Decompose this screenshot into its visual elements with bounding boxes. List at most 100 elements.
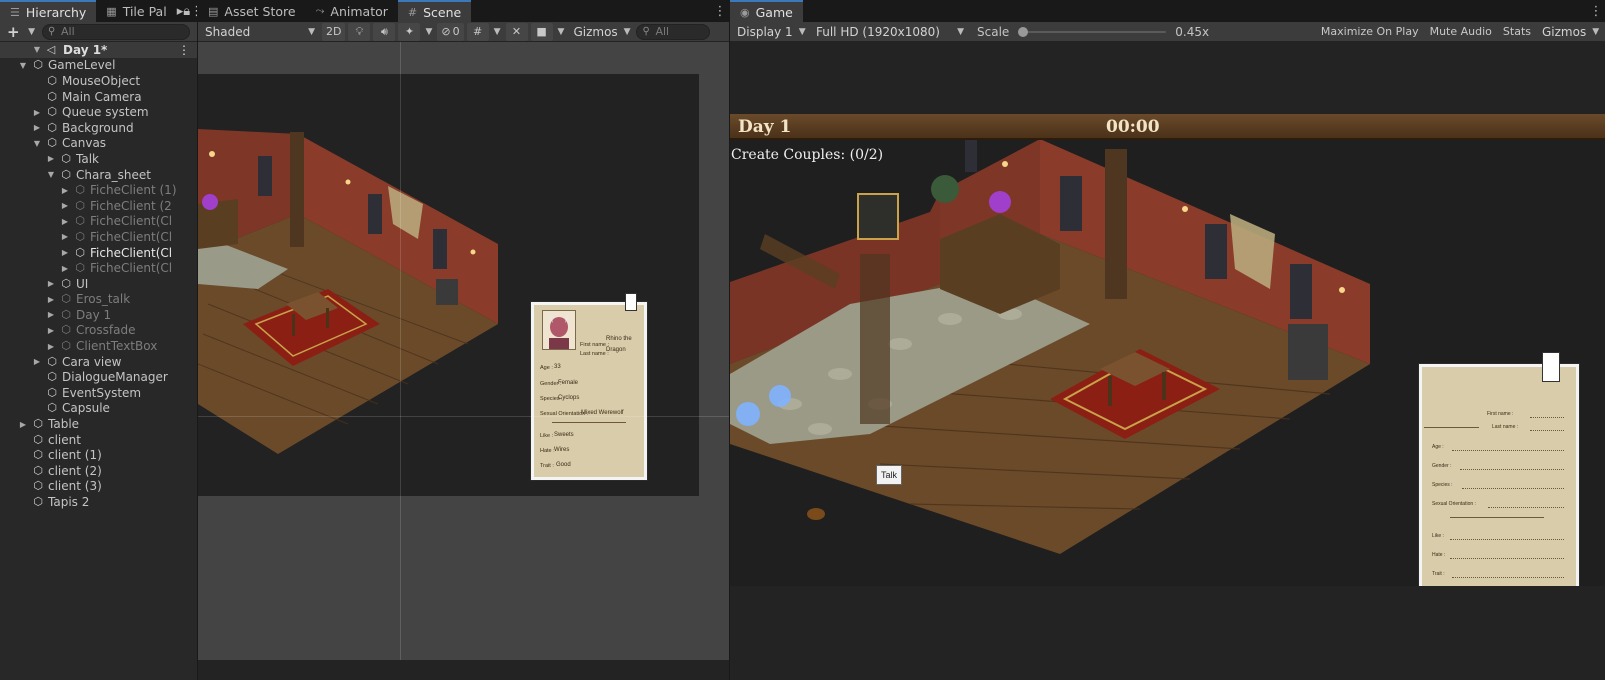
tab-asset-store[interactable]: ▤ Asset Store	[198, 0, 306, 22]
maximize-on-play-toggle[interactable]: Maximize On Play	[1316, 22, 1423, 41]
hierarchy-item[interactable]: ▶ ⬡ ClientTextBox	[0, 338, 197, 354]
kebab-menu-icon[interactable]: ⋮	[1587, 0, 1605, 22]
mute-audio-toggle[interactable]: Mute Audio	[1425, 22, 1496, 41]
expand-arrow-closed-icon[interactable]: ▶	[18, 420, 28, 429]
expand-arrow-closed-icon[interactable]: ▶	[46, 326, 56, 335]
expand-arrow-closed-icon[interactable]: ▶	[46, 342, 56, 351]
hierarchy-item[interactable]: ▶ ⬡ UI	[0, 276, 197, 292]
hierarchy-item[interactable]: ⬡ client (1)	[0, 447, 197, 463]
scale-slider-thumb[interactable]	[1018, 26, 1029, 37]
scale-slider[interactable]	[1018, 26, 1167, 37]
scene-visibility-button[interactable]: ⊘ 0	[437, 22, 464, 41]
hierarchy-item[interactable]: ▶ ⬡ Crossfade	[0, 323, 197, 339]
expand-arrow-closed-icon[interactable]: ▶	[32, 108, 42, 117]
effects-dropdown[interactable]: ▼	[423, 27, 434, 37]
create-dropdown[interactable]: + ▼	[3, 23, 39, 41]
expand-arrow-closed-icon[interactable]: ▶	[60, 186, 70, 195]
hierarchy-item[interactable]: ▼ ⬡ GameLevel	[0, 58, 197, 74]
hierarchy-item[interactable]: ▶ ⬡ FicheClient(Cl	[0, 260, 197, 276]
scene-viewport[interactable]: First name : Rhino the Last name : Drago…	[198, 42, 729, 660]
tab-label: Game	[755, 4, 793, 20]
eye-hidden-icon: ⊘	[441, 25, 451, 38]
hierarchy-item[interactable]: ▶ ⬡ Talk	[0, 151, 197, 167]
kebab-menu-icon[interactable]: ⋮	[711, 0, 729, 22]
gender-label: Gender :	[1432, 463, 1452, 469]
scene-character-sheet[interactable]: First name : Rhino the Last name : Drago…	[531, 293, 647, 480]
expand-arrow-open-icon[interactable]: ▼	[46, 170, 56, 179]
expand-arrow-closed-icon[interactable]: ▶	[60, 264, 70, 273]
2d-toggle-button[interactable]: 2D	[322, 22, 346, 41]
expand-arrow-closed-icon[interactable]: ▶	[46, 154, 56, 163]
camera-dropdown[interactable]: ▼	[556, 27, 567, 37]
hierarchy-item[interactable]: ▶ ⬡ FicheClient(Cl	[0, 214, 197, 230]
tab-animator[interactable]: ⤳ Animator	[306, 0, 398, 22]
hierarchy-item[interactable]: ⬡ DialogueManager	[0, 369, 197, 385]
game-viewport[interactable]: Day 1 00:00 Create Couples: (0/2) Talk F…	[730, 42, 1605, 680]
tab-label: Hierarchy	[25, 4, 87, 20]
dotted-line	[1450, 558, 1564, 559]
hierarchy-item[interactable]: ▶ ⬡ FicheClient(Cl	[0, 229, 197, 245]
tab-hierarchy[interactable]: ☰ Hierarchy	[0, 0, 97, 22]
hierarchy-search-input[interactable]: ⚲ All	[42, 23, 190, 40]
tab-tile-palette[interactable]: ▦ Tile Pal	[96, 0, 176, 22]
resolution-dropdown[interactable]: Full HD (1920x1080) ▼	[812, 25, 968, 39]
stats-toggle[interactable]: Stats	[1498, 22, 1535, 41]
expand-arrow-open-icon[interactable]: ▼	[18, 61, 28, 70]
display-dropdown[interactable]: Display 1 ▼	[733, 25, 809, 39]
scene-row[interactable]: ▼ ◁ Day 1* ⋮	[0, 42, 197, 58]
game-character-sheet[interactable]: First name : Last name : Age : Gender : …	[1419, 352, 1579, 586]
grid-toggle-icon[interactable]: #	[466, 22, 489, 41]
hierarchy-item[interactable]: ▶ ⬡ Day 1	[0, 307, 197, 323]
hierarchy-item[interactable]: ⬡ client	[0, 432, 197, 448]
dotted-line	[1530, 430, 1564, 431]
hierarchy-item[interactable]: ▶ ⬡ Table	[0, 416, 197, 432]
expand-arrow-closed-icon[interactable]: ▶	[60, 232, 70, 241]
hierarchy-item[interactable]: ▶ ⬡ Background	[0, 120, 197, 136]
effects-toggle-icon[interactable]: ✦	[398, 22, 421, 41]
hud-top-bar: Day 1 00:00	[730, 114, 1605, 140]
lighting-toggle-icon[interactable]: 💡︎	[348, 22, 371, 41]
expand-arrow-closed-icon[interactable]: ▶	[32, 123, 42, 132]
hierarchy-item[interactable]: ⬡ Capsule	[0, 401, 197, 417]
hierarchy-item[interactable]: ⬡ EventSystem	[0, 385, 197, 401]
hierarchy-item[interactable]: ⬡ Main Camera	[0, 89, 197, 105]
hierarchy-item-label: Eros_talk	[76, 292, 131, 307]
game-gizmos-dropdown[interactable]: Gizmos ▼	[1538, 25, 1602, 39]
expand-arrow-closed-icon[interactable]: ▶	[60, 248, 70, 257]
expand-arrow-closed-icon[interactable]: ▶	[60, 201, 70, 210]
expand-arrow-closed-icon[interactable]: ▶	[60, 217, 70, 226]
scene-search-input[interactable]: ⚲ All	[636, 23, 711, 40]
tab-game[interactable]: ◉ Game	[730, 0, 803, 22]
gameobject-cube-icon: ⬡	[47, 370, 57, 384]
scene-gizmos-dropdown[interactable]: Gizmos ▼	[569, 25, 630, 39]
hierarchy-item[interactable]: ▶ ⬡ FicheClient(Cl	[0, 245, 197, 261]
talk-button[interactable]: Talk	[876, 465, 902, 485]
hierarchy-item[interactable]: ⬡ Tapis 2	[0, 494, 197, 510]
hierarchy-item[interactable]: ⬡ client (3)	[0, 479, 197, 495]
tools-icon[interactable]: ✕	[505, 22, 528, 41]
hierarchy-item[interactable]: ▶ ⬡ FicheClient (2	[0, 198, 197, 214]
shading-mode-dropdown[interactable]: Shaded ▼	[201, 25, 319, 39]
first-name-label: First name :	[580, 342, 610, 348]
hierarchy-item[interactable]: ▼ ⬡ Chara_sheet	[0, 167, 197, 183]
audio-toggle-icon[interactable]: 🔊︎	[373, 22, 396, 41]
hierarchy-item[interactable]: ▶ ⬡ Cara view	[0, 354, 197, 370]
hierarchy-item[interactable]: ⬡ client (2)	[0, 463, 197, 479]
hierarchy-item[interactable]: ⬡ MouseObject	[0, 73, 197, 89]
tab-scene[interactable]: # Scene	[397, 0, 472, 22]
expand-arrow-closed-icon[interactable]: ▶	[46, 310, 56, 319]
expand-arrow-icon[interactable]: ▼	[32, 45, 42, 54]
hierarchy-item[interactable]: ▶ ⬡ Eros_talk	[0, 292, 197, 308]
expand-arrow-closed-icon[interactable]: ▶	[46, 279, 56, 288]
lock-icon[interactable]: 🔒︎	[183, 0, 190, 22]
expand-arrow-open-icon[interactable]: ▼	[32, 139, 42, 148]
hierarchy-item[interactable]: ▼ ⬡ Canvas	[0, 136, 197, 152]
expand-arrow-closed-icon[interactable]: ▶	[46, 295, 56, 304]
scene-menu-icon[interactable]: ⋮	[178, 43, 190, 57]
expand-arrow-closed-icon[interactable]: ▶	[32, 357, 42, 366]
grid-dropdown[interactable]: ▼	[492, 27, 503, 37]
camera-icon[interactable]: ■	[530, 22, 553, 41]
gameobject-cube-icon: ⬡	[33, 432, 43, 446]
hierarchy-item[interactable]: ▶ ⬡ FicheClient (1)	[0, 182, 197, 198]
hierarchy-item[interactable]: ▶ ⬡ Queue system	[0, 104, 197, 120]
